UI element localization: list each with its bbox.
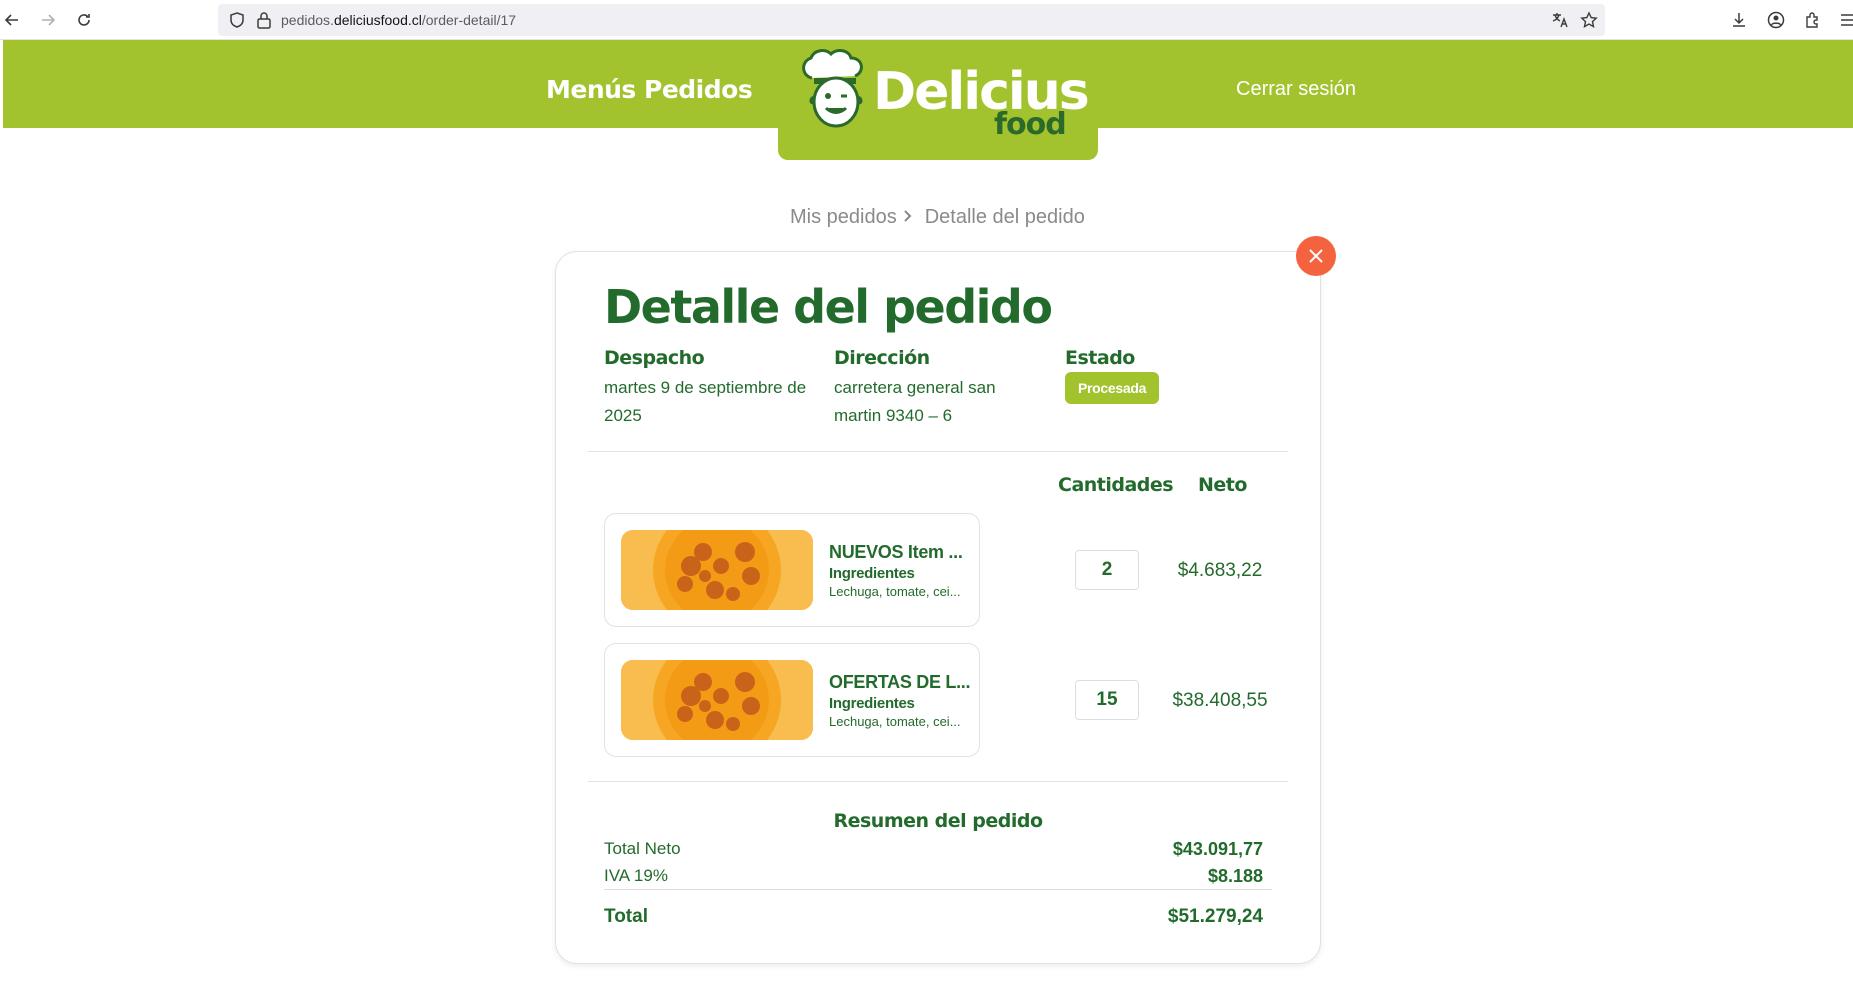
col-neto: Neto — [1198, 474, 1247, 496]
divider — [588, 781, 1288, 782]
despacho-label: Despacho — [604, 347, 705, 369]
lock-icon[interactable] — [256, 11, 272, 34]
breadcrumb-mis-pedidos[interactable]: Mis pedidos — [790, 206, 897, 229]
translate-icon[interactable] — [1551, 11, 1569, 34]
total-label: Total — [604, 906, 648, 927]
total-value: $51.279,24 — [1167, 906, 1263, 927]
item-name: OFERTAS DE L... — [829, 672, 971, 692]
close-icon — [1309, 249, 1323, 263]
download-icon[interactable] — [1727, 8, 1751, 32]
logout-link[interactable]: Cerrar sesión — [1236, 78, 1356, 101]
chef-logo-icon — [802, 49, 863, 128]
quantity-field[interactable]: 2 — [1075, 550, 1139, 590]
close-button[interactable] — [1296, 236, 1336, 276]
total-neto-value: $43.091,77 — [1172, 839, 1263, 859]
breadcrumb: Mis pedidos Detalle del pedido — [790, 206, 1085, 229]
forward-icon[interactable] — [36, 8, 60, 32]
order-item-card[interactable]: OFERTAS DE L... Ingredientes Lechuga, to… — [604, 643, 980, 757]
url-text: pedidos.deliciusfood.cl/order-detail/17 — [281, 12, 517, 28]
page-title: Detalle del pedido — [604, 280, 1053, 334]
item-ingredients-label: Ingredientes — [829, 565, 915, 582]
item-name: NUEVOS Item ... — [829, 542, 963, 562]
menu-icon[interactable] — [1836, 8, 1853, 32]
item-image — [621, 660, 813, 740]
item-ingredients-label: Ingredientes — [829, 695, 915, 712]
col-cantidades: Cantidades — [1058, 474, 1174, 496]
item-net-value: $38.408,55 — [1172, 690, 1268, 711]
total-neto-label: Total Neto — [604, 839, 681, 858]
breadcrumb-current: Detalle del pedido — [924, 206, 1085, 228]
item-ingredients: Lechuga, tomate, cei... — [829, 584, 961, 599]
item-net-value: $4.683,22 — [1177, 560, 1263, 581]
item-ingredients: Lechuga, tomate, cei... — [829, 714, 961, 729]
url-bar[interactable]: pedidos.deliciusfood.cl/order-detail/17 — [218, 4, 1605, 36]
back-icon[interactable] — [0, 8, 24, 32]
estado-label: Estado — [1065, 347, 1135, 369]
bookmark-star-icon[interactable] — [1580, 11, 1598, 34]
order-item-card[interactable]: NUEVOS Item ... Ingredientes Lechuga, to… — [604, 513, 980, 627]
status-badge: Procesada — [1065, 372, 1159, 404]
nav-menus-link[interactable]: Menús — [546, 75, 636, 104]
browser-toolbar: pedidos.deliciusfood.cl/order-detail/17 — [0, 0, 1853, 40]
shield-icon[interactable] — [228, 11, 246, 34]
extensions-icon[interactable] — [1801, 8, 1825, 32]
nav-pedidos-link[interactable]: Pedidos — [644, 75, 753, 104]
direccion-label: Dirección — [834, 347, 930, 369]
summary-title: Resumen del pedido — [833, 810, 1043, 832]
iva-label: IVA 19% — [604, 866, 668, 885]
logo-food-text: food — [994, 107, 1067, 142]
item-image — [621, 530, 813, 610]
reload-icon[interactable] — [72, 8, 96, 32]
account-icon[interactable] — [1764, 8, 1788, 32]
direccion-value: carretera general san martin 9340 – 6 — [834, 378, 996, 425]
despacho-value: martes 9 de septiembre de 2025 — [604, 378, 807, 425]
iva-value: $8.188 — [1207, 866, 1263, 886]
summary-divider — [604, 889, 1272, 890]
divider — [588, 451, 1288, 452]
chevron-right-icon — [903, 206, 913, 229]
quantity-field[interactable]: 15 — [1075, 680, 1139, 720]
